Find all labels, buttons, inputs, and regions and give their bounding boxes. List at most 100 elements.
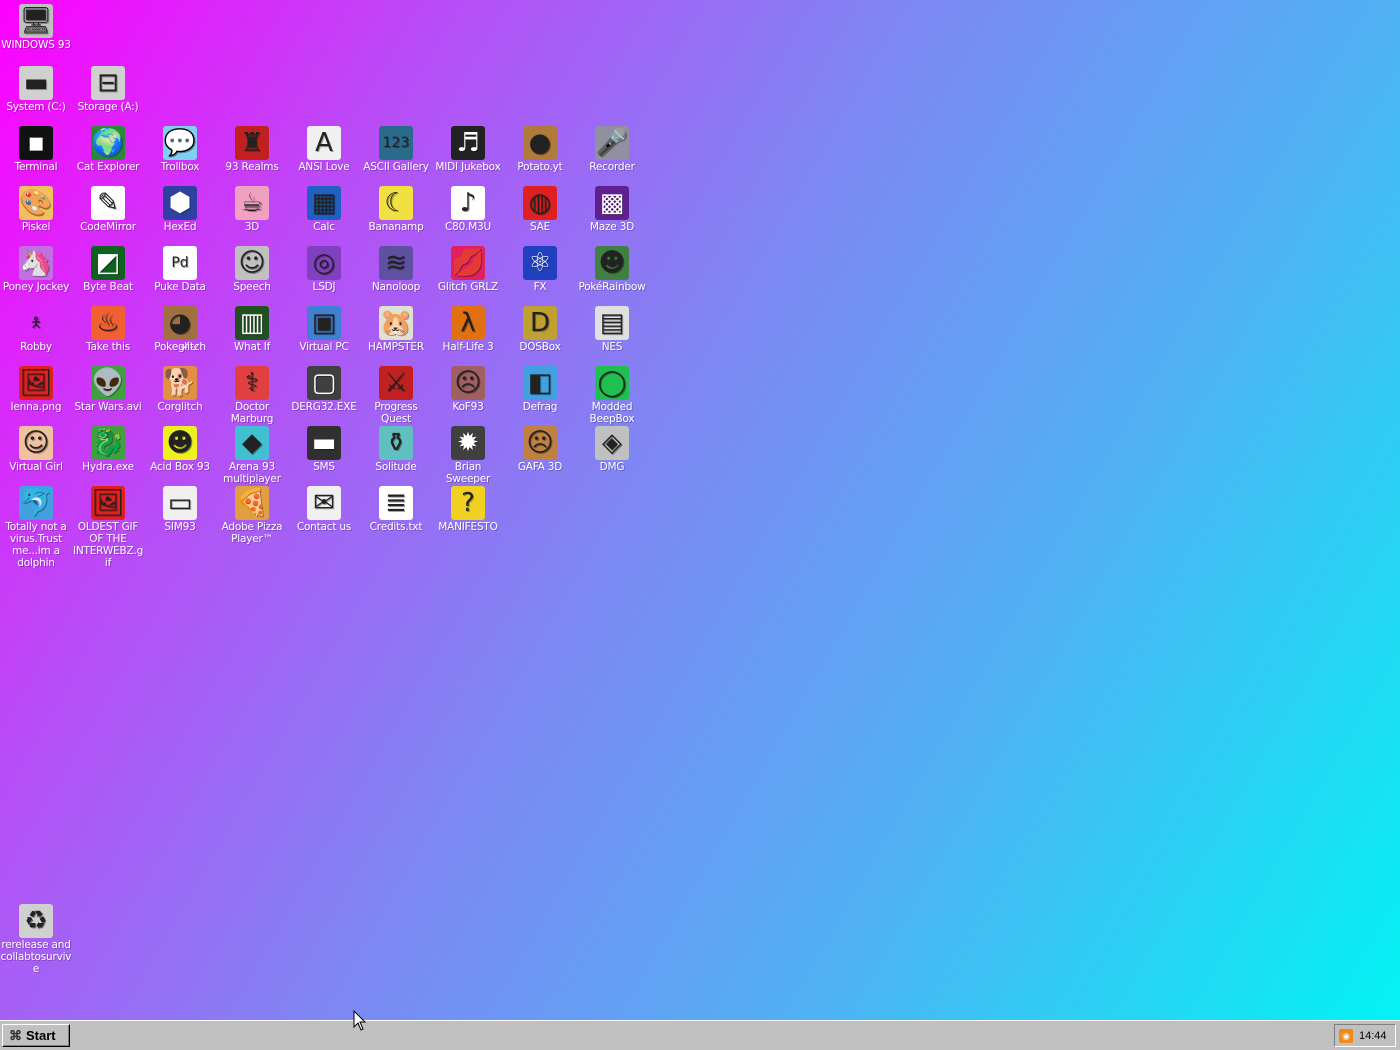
desktop-icon[interactable]: ♻ rerelease and collabtosurvive: [0, 904, 72, 975]
desktop-icon[interactable]: ⚛ FX: [504, 246, 576, 293]
desktop-icon[interactable]: ▩ Maze 3D: [576, 186, 648, 233]
desktop-icon[interactable]: ? MANIFESTO: [432, 486, 504, 533]
desktop-icon-label: Star Wars.avi: [74, 401, 142, 413]
desktop-icon[interactable]: ☕ 3D: [216, 186, 288, 233]
desktop-icon[interactable]: ≋ Nanoloop: [360, 246, 432, 293]
mouse-cursor-icon: [353, 1010, 367, 1031]
desktop-icon[interactable]: ✎ CodeMirror: [72, 186, 144, 233]
desktop-icon[interactable]: 🎤 Recorder: [576, 126, 648, 173]
desktop-icon[interactable]: 💬 Trollbox: [144, 126, 216, 173]
desktop-icon[interactable]: ▣ Virtual PC: [288, 306, 360, 353]
desktop-icon-label: Recorder: [589, 161, 635, 173]
desktop-icon[interactable]: 👽 Star Wars.avi: [72, 366, 144, 413]
desktop-icon[interactable]: ✹ Brian Sweeper: [432, 426, 504, 485]
desktop-icon[interactable]: 🦄 Poney Jockey: [0, 246, 72, 293]
desktop-icon-label: Robby: [20, 341, 52, 353]
desktop-icon-label: Hydra.exe: [82, 461, 134, 473]
desktop-icon-label: Doctor Marburg: [230, 401, 274, 425]
desktop-icon[interactable]: ◯ Modded BeepBox: [576, 366, 648, 425]
desktop-icon[interactable]: ≣ Credits.txt: [360, 486, 432, 533]
desktop-icon[interactable]: 🖥 WINDOWS 93: [0, 4, 72, 51]
desktop-icon[interactable]: ⚔ Progress Quest: [360, 366, 432, 425]
desktop-icon-label: SIM93: [164, 521, 196, 533]
desktop-icon-label: Pokeg̵l̶i̸t̵c̷h: [154, 341, 206, 353]
palette-icon: 🎨: [19, 186, 53, 220]
derg-monitor-icon: ▢: [307, 366, 341, 400]
desktop-icon[interactable]: ☺ Virtual Girl: [0, 426, 72, 473]
desktop-icon[interactable]: ⚱ Solitude: [360, 426, 432, 473]
chat-bubble-icon: 💬: [163, 126, 197, 160]
desktop-icon[interactable]: ♬ MIDI Jukebox: [432, 126, 504, 173]
desktop-icon[interactable]: ☻ PokéRainbow: [576, 246, 648, 293]
girl-face-icon: ☺: [19, 426, 53, 460]
system-tray: ◉ 14:44: [1334, 1024, 1396, 1047]
desktop-icon[interactable]: ◆ Arena 93 multiplayer: [216, 426, 288, 485]
desktop-icon-label: Progress Quest: [374, 401, 418, 425]
desktop-icon[interactable]: 🌍 Cat Explorer: [72, 126, 144, 173]
desktop-icon-label: MIDI Jukebox: [435, 161, 501, 173]
desktop-icon[interactable]: ☻ Acid Box 93: [144, 426, 216, 473]
desktop-icon[interactable]: ♜ 93 Realms: [216, 126, 288, 173]
desktop-icon[interactable]: ▥ What If: [216, 306, 288, 353]
teapot-icon: ☕: [235, 186, 269, 220]
desktop-icon[interactable]: ☺ Speech: [216, 246, 288, 293]
desktop-icon[interactable]: 🐕 Corglitch: [144, 366, 216, 413]
start-button[interactable]: ⌘ Start: [2, 1024, 70, 1047]
desktop-icon[interactable]: ● Potato.yt: [504, 126, 576, 173]
desktop-icon[interactable]: ◩ Byte Beat: [72, 246, 144, 293]
desktop-icon[interactable]: ▦ Calc: [288, 186, 360, 233]
desktop-icon[interactable]: 123 ASCII Gallery: [360, 126, 432, 173]
desktop-icon[interactable]: ▬ System (C:): [0, 66, 72, 113]
desktop-icon[interactable]: 💋 Glitch GRLZ: [432, 246, 504, 293]
doctor-icon: ⚕: [235, 366, 269, 400]
desktop-icon[interactable]: ☹ GAFA 3D: [504, 426, 576, 473]
desktop-icon[interactable]: ▢ DERG32.EXE: [288, 366, 360, 413]
desktop-icon-label: DOSBox: [519, 341, 561, 353]
clock: 14:44: [1359, 1029, 1387, 1042]
desktop-icon[interactable]: 🖼 OLDEST GIF OF THE INTERWEBZ.gif: [72, 486, 144, 569]
desktop-icon[interactable]: 🐬 Totally not a virus.Trust me...im a dol…: [0, 486, 72, 569]
smiley-icon: ☻: [163, 426, 197, 460]
desktop-icon[interactable]: ♪ C80.M3U: [432, 186, 504, 233]
desktop-icon[interactable]: ▤ NES: [576, 306, 648, 353]
desktop-icon[interactable]: λ Half-Life 3: [432, 306, 504, 353]
desktop-icon[interactable]: 🎨 Piskel: [0, 186, 72, 233]
desktop-icon[interactable]: 🯅 Robby: [0, 306, 72, 353]
desktop-icon[interactable]: ◕ Pokeg̵l̶i̸t̵c̷h: [144, 306, 216, 353]
desktop-icon-label: GAFA 3D: [517, 461, 563, 473]
desktop-icon[interactable]: ◍ SAE: [504, 186, 576, 233]
desktop-icon[interactable]: ⊟ Storage (A:): [72, 66, 144, 113]
desktop-icon-label: LSDJ: [312, 281, 336, 293]
lsdj-icon: ◎: [307, 246, 341, 280]
desktop-icon[interactable]: 🖼 lenna.png: [0, 366, 72, 413]
desktop-icon[interactable]: ◎ LSDJ: [288, 246, 360, 293]
desktop-icon[interactable]: D DOSBox: [504, 306, 576, 353]
desktop-icon[interactable]: ▪ Terminal: [0, 126, 72, 173]
desktop-icon-label: Half-Life 3: [442, 341, 494, 353]
desktop-icon[interactable]: ⬢ HexEd: [144, 186, 216, 233]
desktop-icon-label: Solitude: [375, 461, 417, 473]
desktop-icon[interactable]: Pd Puke Data: [144, 246, 216, 293]
desktop-icon[interactable]: ▬ SMS: [288, 426, 360, 473]
dmg-disk-icon: ◈: [595, 426, 629, 460]
desktop-icon[interactable]: ☾ Bananamp: [360, 186, 432, 233]
desktop-icon[interactable]: ✉ Contact us: [288, 486, 360, 533]
desktop-icon[interactable]: 🐹 HAMPSTER: [360, 306, 432, 353]
desktop-icon[interactable]: A ANSI Love: [288, 126, 360, 173]
desktop-icon[interactable]: ♨ Take this: [72, 306, 144, 353]
desktop-icon-label: 3D: [244, 221, 260, 233]
desktop-icon[interactable]: 🍕 Adobe Pizza Player™: [216, 486, 288, 545]
rss-icon[interactable]: ◉: [1339, 1028, 1353, 1043]
piano-keys-icon: ♬: [451, 126, 485, 160]
desktop-icon-label: Corglitch: [157, 401, 203, 413]
desktop-icon-label: Arena 93 multiplayer: [223, 461, 281, 485]
desktop-icon[interactable]: ▭ SIM93: [144, 486, 216, 533]
desktop-icon[interactable]: ☹ KoF93: [432, 366, 504, 413]
desktop-icon[interactable]: ⚕ Doctor Marburg: [216, 366, 288, 425]
desktop-icon[interactable]: ◈ DMG: [576, 426, 648, 473]
hamster-icon: 🐹: [379, 306, 413, 340]
desktop-icon[interactable]: 🐉 Hydra.exe: [72, 426, 144, 473]
nes-console-icon: ▤: [595, 306, 629, 340]
sms-console-icon: ▬: [307, 426, 341, 460]
desktop-icon[interactable]: ◧ Defrag: [504, 366, 576, 413]
